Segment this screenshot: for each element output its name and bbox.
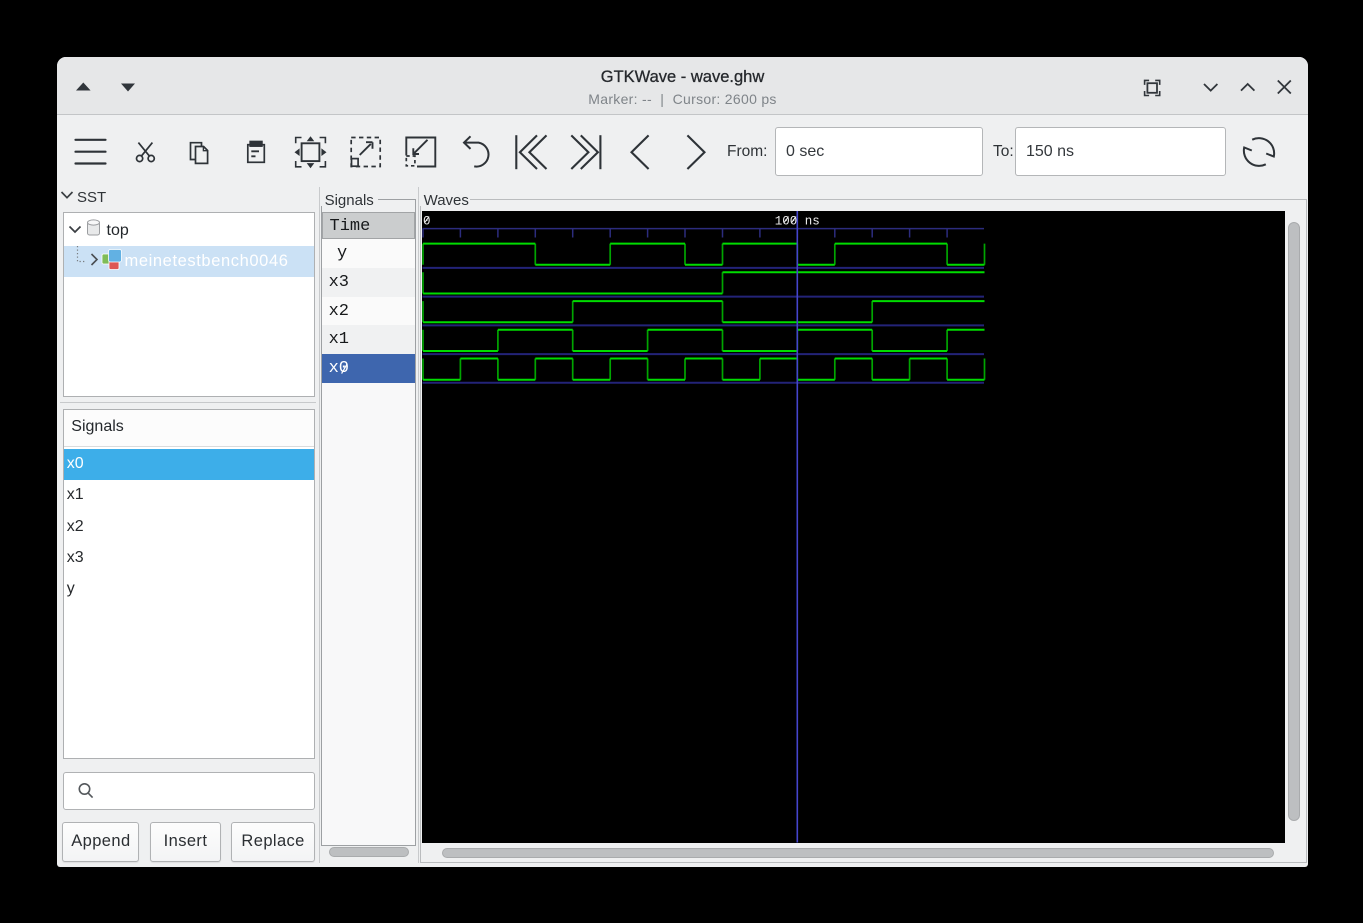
svg-text:0: 0 <box>423 215 431 229</box>
svg-text:100 ns: 100 ns <box>774 215 819 229</box>
